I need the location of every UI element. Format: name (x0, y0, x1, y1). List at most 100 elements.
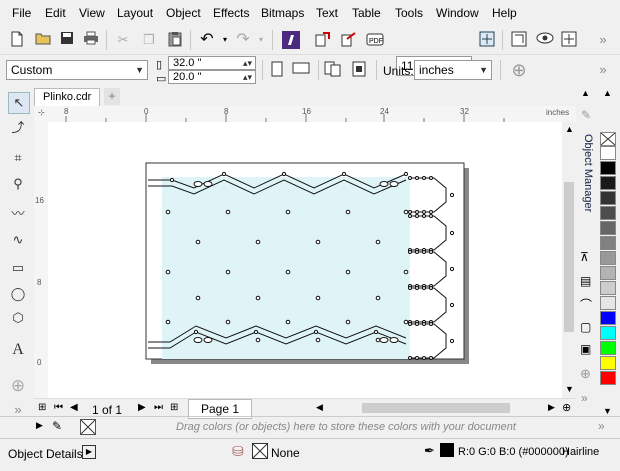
scroll-down-icon[interactable]: ▼ (565, 384, 574, 394)
text-tool-icon[interactable]: A (8, 340, 28, 360)
units-combo[interactable]: inches ▼ (414, 60, 492, 80)
landscape-icon[interactable] (292, 61, 310, 79)
color-swatch[interactable] (600, 341, 616, 355)
paste-icon[interactable] (166, 31, 184, 49)
menu-effects[interactable]: Effects (213, 6, 249, 20)
vertical-scrollbar[interactable]: ▲ ▼ (562, 122, 576, 398)
zoom-fit-icon[interactable] (478, 31, 496, 49)
eyedropper-icon[interactable]: ✎ (581, 108, 591, 122)
freehand-tool-icon[interactable]: 〰 (8, 204, 28, 224)
menu-edit[interactable]: Edit (45, 6, 66, 20)
first-page-icon[interactable]: ⏮ (54, 402, 63, 413)
add-docker-icon[interactable]: ⊕ (580, 366, 591, 382)
rectangle-tool-icon[interactable]: ▭ (8, 258, 28, 278)
all-pages-icon[interactable] (324, 61, 342, 79)
new-icon[interactable] (8, 31, 26, 49)
shaping-icon[interactable]: ▢ (580, 320, 591, 334)
color-swatch[interactable] (600, 221, 616, 235)
menu-layout[interactable]: Layout (117, 6, 153, 20)
color-swatch[interactable] (600, 281, 616, 295)
no-color-swatch[interactable] (600, 132, 616, 146)
page-size-combo[interactable]: Custom ▼ (6, 60, 148, 80)
ruler-origin-icon[interactable]: ⊹ (38, 108, 45, 117)
view-icon[interactable] (536, 31, 554, 49)
current-page-icon[interactable] (350, 61, 368, 79)
color-swatch[interactable] (600, 146, 616, 160)
redo-dropdown-icon[interactable]: ▾ (252, 31, 270, 49)
color-swatch[interactable] (600, 296, 616, 310)
settings-icon[interactable] (560, 31, 578, 49)
add-tool-icon[interactable]: ⊕ (8, 376, 28, 396)
scroll-up-icon[interactable]: ▲ (581, 88, 590, 98)
menu-text[interactable]: Text (316, 6, 338, 20)
scroll-left-icon[interactable]: ◀ (316, 402, 323, 413)
plinko-drawing[interactable] (48, 122, 576, 398)
toolbar-overflow-icon[interactable]: » (594, 31, 612, 49)
vertical-scroll-thumb[interactable] (564, 182, 574, 332)
color-swatch[interactable] (600, 356, 616, 370)
menu-help[interactable]: Help (492, 6, 517, 20)
no-color-swatch[interactable] (80, 419, 96, 435)
palette-up-icon[interactable]: ▲ (603, 88, 612, 98)
navigator-icon[interactable]: ⊕ (562, 401, 571, 414)
ellipse-tool-icon[interactable]: ◯ (8, 284, 28, 304)
fill-swatch[interactable] (252, 443, 268, 459)
snap-icon[interactable] (510, 31, 528, 49)
undo-icon[interactable]: ↶ (198, 31, 216, 49)
app-launcher-icon[interactable] (282, 31, 300, 49)
menu-window[interactable]: Window (436, 6, 479, 20)
color-swatch[interactable] (600, 326, 616, 340)
color-swatch[interactable] (600, 206, 616, 220)
crop-tool-icon[interactable]: ⌗ (8, 148, 28, 168)
styles-icon[interactable]: ▣ (580, 342, 591, 356)
menu-object[interactable]: Object (166, 6, 201, 20)
color-swatch[interactable] (600, 176, 616, 190)
vertical-ruler[interactable]: 16 8 0 (34, 122, 49, 398)
open-icon[interactable] (34, 31, 52, 49)
property-bar-overflow-icon[interactable]: » (594, 61, 612, 79)
polygon-tool-icon[interactable]: ⬡ (8, 308, 28, 328)
color-swatch[interactable] (600, 266, 616, 280)
redo-icon[interactable]: ↷ (234, 31, 252, 49)
print-icon[interactable] (82, 31, 100, 49)
object-manager-tab[interactable]: Object Manager (580, 134, 594, 254)
scroll-right-icon[interactable]: ▶ (548, 402, 555, 413)
color-swatch[interactable] (600, 251, 616, 265)
color-swatch[interactable] (600, 236, 616, 250)
outline-color-swatch[interactable] (440, 443, 454, 457)
object-details-expand-icon[interactable]: ▶ (82, 445, 96, 459)
color-swatch[interactable] (600, 161, 616, 175)
pick-tool-icon[interactable]: ↖ (8, 92, 30, 114)
next-page-icon[interactable]: ▶ (138, 402, 146, 413)
menu-table[interactable]: Table (352, 6, 381, 20)
color-swatch[interactable] (600, 311, 616, 325)
transform-icon[interactable]: ⌒ (580, 296, 592, 313)
horizontal-ruler[interactable]: ⊹ 8 0 8 16 24 32 inches (34, 106, 576, 123)
add-preset-icon[interactable]: ⊕ (510, 61, 528, 79)
align-icon[interactable]: ⊼ (580, 250, 589, 264)
drawing-canvas[interactable] (48, 122, 576, 398)
menu-tools[interactable]: Tools (395, 6, 423, 20)
copy-icon[interactable]: ❐ (140, 31, 158, 49)
palette-down-icon[interactable]: ▼ (603, 406, 612, 416)
docpal-overflow-icon[interactable]: » (598, 419, 605, 433)
export-icon[interactable] (340, 31, 358, 49)
spinner-icon[interactable]: ▴▾ (243, 57, 252, 70)
portrait-icon[interactable] (268, 61, 286, 79)
page-width-input[interactable]: 32.0 " ▴▾ (168, 56, 256, 70)
scroll-up-icon[interactable]: ▲ (565, 124, 574, 134)
zoom-tool-icon[interactable]: ⚲ (8, 174, 28, 194)
save-icon[interactable] (58, 31, 76, 49)
palette-menu-icon[interactable]: ▶ (36, 420, 43, 431)
color-swatch[interactable] (600, 371, 616, 385)
add-page-icon[interactable]: ⊞ (38, 402, 46, 413)
shape-tool-icon[interactable]: ⤴ (8, 118, 28, 138)
spinner-icon[interactable]: ▴▾ (243, 71, 252, 84)
menu-bitmaps[interactable]: Bitmaps (261, 6, 304, 20)
undo-dropdown-icon[interactable]: ▾ (216, 31, 234, 49)
prev-page-icon[interactable]: ◀ (70, 402, 78, 413)
docker-overflow-icon[interactable]: » (581, 391, 588, 405)
menu-file[interactable]: File (12, 6, 31, 20)
page-height-input[interactable]: 20.0 " ▴▾ (168, 70, 256, 84)
publish-pdf-icon[interactable]: PDF (366, 31, 384, 49)
